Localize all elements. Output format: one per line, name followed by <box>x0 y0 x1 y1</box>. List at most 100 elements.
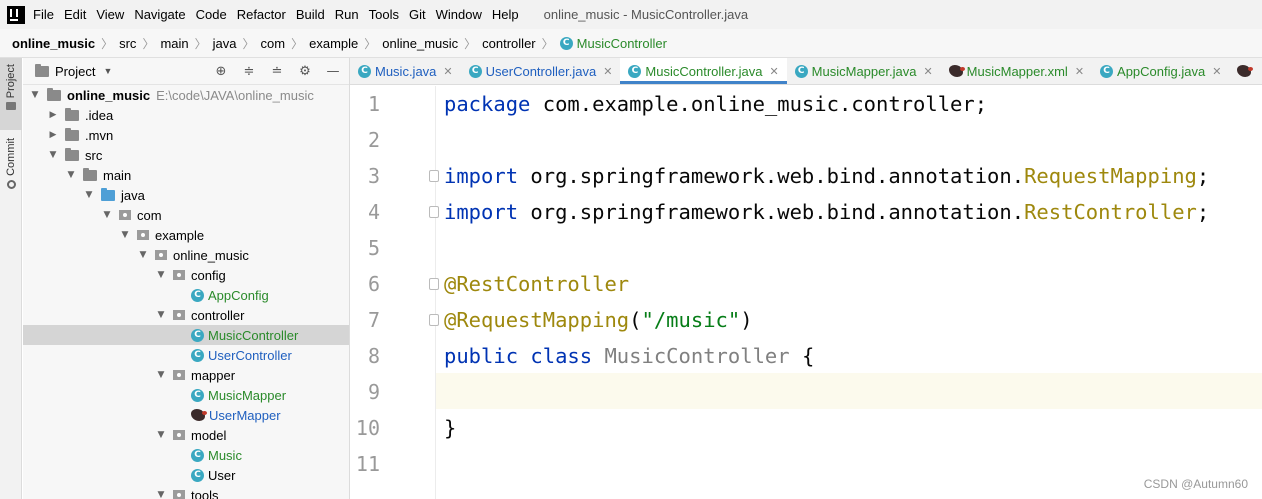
line-number: 3 <box>367 164 380 188</box>
fold-icon[interactable] <box>429 278 439 290</box>
hide-icon[interactable]: — <box>325 64 341 79</box>
chevron-down-icon[interactable]: ▼ <box>155 370 167 380</box>
menu-navigate[interactable]: Navigate <box>134 7 185 22</box>
tree-node-online-music[interactable]: ▼ online_music <box>23 245 349 265</box>
menu-view[interactable]: View <box>96 7 124 22</box>
tree-node-mapper[interactable]: ▼ mapper <box>23 365 349 385</box>
chevron-down-icon[interactable]: ▼ <box>155 270 167 280</box>
project-tool-tab[interactable]: Project <box>0 58 22 130</box>
menu-build[interactable]: Build <box>296 7 325 22</box>
line-number: 8 <box>367 344 380 368</box>
tree-node-tools[interactable]: ▼ tools <box>23 485 349 499</box>
chevron-down-icon[interactable]: ▼ <box>137 250 149 260</box>
close-icon[interactable]: ✕ <box>443 65 452 78</box>
tree-node-java[interactable]: ▼ java <box>23 185 349 205</box>
close-icon[interactable]: ✕ <box>923 65 932 78</box>
tree-node-user-controller[interactable]: C UserController <box>23 345 349 365</box>
fold-icon[interactable] <box>429 170 439 182</box>
tree-node-label: model <box>191 427 227 443</box>
line-number: 5 <box>367 236 380 260</box>
code-text: { <box>789 344 815 368</box>
mybatis-bird-icon <box>1237 65 1254 77</box>
fold-icon[interactable] <box>429 206 439 218</box>
tree-node-controller[interactable]: ▼ controller <box>23 305 349 325</box>
expand-all-icon[interactable]: ≑ <box>241 64 257 79</box>
tree-node-user[interactable]: C User <box>23 465 349 485</box>
tab-music-mapper-xml[interactable]: MusicMapper.xml ✕ <box>941 58 1092 84</box>
chevron-down-icon[interactable]: ▼ <box>47 150 59 160</box>
fold-icon[interactable] <box>429 314 439 326</box>
breadcrumb-src[interactable]: src <box>119 36 136 51</box>
breadcrumb-online-music[interactable]: online_music <box>382 36 458 51</box>
breadcrumb-separator: 〉 <box>242 36 255 51</box>
tab-music-mapper-java[interactable]: C MusicMapper.java ✕ <box>787 58 941 84</box>
locate-icon[interactable]: ⊕ <box>213 64 229 79</box>
chevron-right-icon[interactable]: ▶ <box>47 110 59 120</box>
code-editor[interactable]: 1 2 3 4 5 6 7 8 9 10 11 package com.exam… <box>350 86 1262 499</box>
close-icon[interactable]: ✕ <box>1212 65 1221 78</box>
chevron-right-icon[interactable]: ▶ <box>47 130 59 140</box>
tree-node-label: com <box>137 207 162 223</box>
tree-node-main[interactable]: ▼ main <box>23 165 349 185</box>
menu-edit[interactable]: Edit <box>64 7 86 22</box>
breadcrumb-com[interactable]: com <box>261 36 286 51</box>
project-tree: ▼ online_music E:\code\JAVA\online_music… <box>23 85 349 499</box>
menu-help[interactable]: Help <box>492 7 519 22</box>
gear-icon[interactable]: ⚙ <box>297 64 313 79</box>
menu-file[interactable]: File <box>33 7 54 22</box>
line-number: 2 <box>367 128 380 152</box>
tree-node-music[interactable]: C Music <box>23 445 349 465</box>
menu-window[interactable]: Window <box>436 7 482 22</box>
chevron-down-icon[interactable]: ▼ <box>29 90 41 100</box>
tree-node-appconfig[interactable]: C AppConfig <box>23 285 349 305</box>
tree-node-com[interactable]: ▼ com <box>23 205 349 225</box>
collapse-all-icon[interactable]: ≐ <box>269 64 285 79</box>
chevron-down-icon[interactable]: ▼ <box>119 230 131 240</box>
tab-music-controller-java[interactable]: C MusicController.java ✕ <box>620 58 787 84</box>
breadcrumb-music-controller[interactable]: C MusicController <box>559 36 667 51</box>
tree-node-music-controller[interactable]: C MusicController <box>23 325 349 345</box>
tab-user-controller-java[interactable]: C UserController.java ✕ <box>461 58 621 84</box>
tree-node-example[interactable]: ▼ example <box>23 225 349 245</box>
tree-node-model[interactable]: ▼ model <box>23 425 349 445</box>
current-line-highlight <box>436 373 1262 409</box>
breadcrumb-main[interactable]: main <box>160 36 188 51</box>
menu-refactor[interactable]: Refactor <box>237 7 286 22</box>
tree-node-project-root[interactable]: ▼ online_music E:\code\JAVA\online_music <box>23 85 349 105</box>
menu-tools[interactable]: Tools <box>369 7 399 22</box>
tree-node-src[interactable]: ▼ src <box>23 145 349 165</box>
close-icon[interactable]: ✕ <box>1075 65 1084 78</box>
chevron-down-icon[interactable]: ▼ <box>83 190 95 200</box>
menu-git[interactable]: Git <box>409 7 426 22</box>
menu-code[interactable]: Code <box>196 7 227 22</box>
menu-run[interactable]: Run <box>335 7 359 22</box>
breadcrumb-project[interactable]: online_music <box>12 36 95 51</box>
tree-node-config[interactable]: ▼ config <box>23 265 349 285</box>
class-icon: C <box>358 64 371 78</box>
close-icon[interactable]: ✕ <box>769 65 778 78</box>
tab-label: AppConfig.java <box>1117 63 1206 79</box>
chevron-down-icon[interactable]: ▼ <box>101 210 113 220</box>
breadcrumb-java[interactable]: java <box>213 36 237 51</box>
tab-music-java[interactable]: C Music.java ✕ <box>350 58 461 84</box>
package-icon <box>155 250 167 260</box>
breadcrumb-example[interactable]: example <box>309 36 358 51</box>
tree-node-label: config <box>191 267 226 283</box>
tree-node-idea[interactable]: ▶ .idea <box>23 105 349 125</box>
chevron-down-icon[interactable]: ▼ <box>65 170 77 180</box>
watermark: CSDN @Autumn60 <box>1143 477 1248 491</box>
commit-tool-tab[interactable]: Commit <box>0 138 22 200</box>
tree-node-mvn[interactable]: ▶ .mvn <box>23 125 349 145</box>
tab-appconfig-java[interactable]: C AppConfig.java ✕ <box>1092 58 1229 84</box>
tab-overflow[interactable] <box>1229 58 1262 84</box>
breadcrumb-controller[interactable]: controller <box>482 36 535 51</box>
chevron-down-icon[interactable]: ▼ <box>103 66 112 76</box>
close-icon[interactable]: ✕ <box>603 65 612 78</box>
project-panel-title[interactable]: Project <box>55 64 95 79</box>
chevron-down-icon[interactable]: ▼ <box>155 310 167 320</box>
chevron-down-icon[interactable]: ▼ <box>155 490 167 499</box>
tree-node-music-mapper[interactable]: C MusicMapper <box>23 385 349 405</box>
chevron-down-icon[interactable]: ▼ <box>155 430 167 440</box>
tree-node-user-mapper[interactable]: UserMapper <box>23 405 349 425</box>
tree-node-label: MusicController <box>208 327 299 343</box>
